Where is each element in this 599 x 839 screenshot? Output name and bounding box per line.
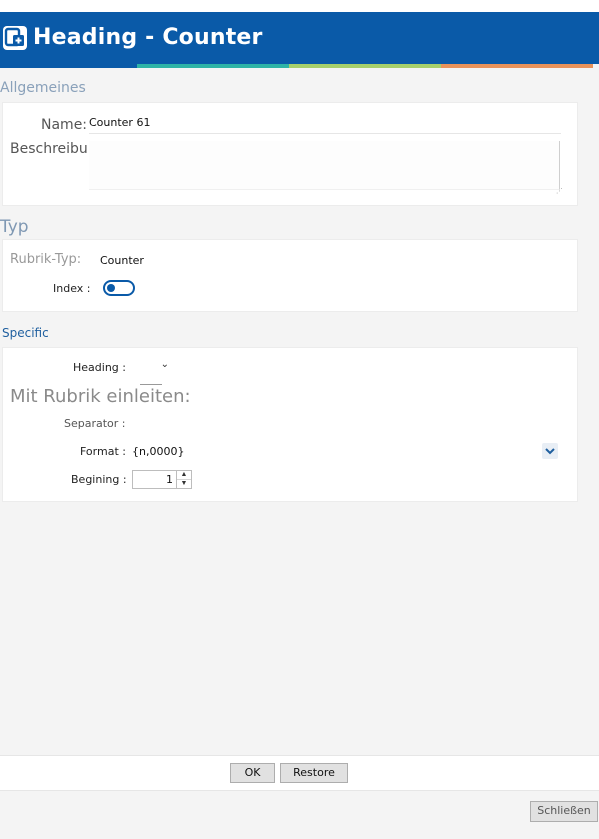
index-toggle-knob [107,284,115,292]
specific-panel: Heading : ⌄ Mit Rubrik einleiten: Separa… [2,347,578,502]
begining-value[interactable]: 1 [166,473,173,486]
section-allgemeines: Allgemeines [0,80,86,96]
heading-counter-icon [3,26,27,50]
restore-button[interactable]: Restore [280,763,348,783]
beschreibung-textarea[interactable] [89,141,560,190]
heading-dropdown[interactable]: ⌄ [131,358,171,376]
begining-label: Begining : [71,473,127,486]
index-label: Index : [53,282,91,295]
dialog-footer: OK Restore [0,755,599,791]
index-toggle[interactable] [103,280,135,296]
header-stripe-teal [137,64,289,68]
dialog-header: Heading - Counter [0,12,599,64]
rubrik-typ-value: Counter [100,254,144,267]
header-stripe-blue [0,64,137,68]
ok-button[interactable]: OK [230,763,275,783]
format-dropdown-button[interactable] [542,443,558,459]
name-input[interactable]: Counter 61 [89,116,150,129]
close-button[interactable]: Schließen [530,801,598,822]
heading-label: Heading : [73,361,126,374]
format-value[interactable]: {n,0000} [132,445,184,458]
dialog-title: Heading - Counter [33,25,263,50]
textarea-resize-handle[interactable]: ⋰ [556,187,563,195]
chevron-down-icon: ⌄ [160,359,169,370]
header-stripe-orange [441,64,593,68]
spinner-down-icon[interactable]: ▼ [176,479,191,488]
name-label: Name: [41,117,88,133]
section-specific: Specific [2,326,49,340]
begining-spinner[interactable]: 1 ▲ ▼ [132,470,192,489]
format-label: Format : [80,445,126,458]
section-typ: Typ [0,217,29,237]
name-input-underline [89,133,561,134]
window-top-gap [0,0,599,12]
typ-panel: Rubrik-Typ: Counter Index : [2,239,578,312]
allgemeines-panel: Name: Counter 61 Beschreibung: ⋰ [2,102,578,206]
separator-label: Separator : [64,417,126,430]
mit-rubrik-label: Mit Rubrik einleiten: [10,386,191,407]
chevron-down-icon [545,448,555,455]
rubrik-typ-label: Rubrik-Typ: [10,252,82,267]
heading-dropdown-underline [140,384,162,385]
header-stripe-green [289,64,441,68]
